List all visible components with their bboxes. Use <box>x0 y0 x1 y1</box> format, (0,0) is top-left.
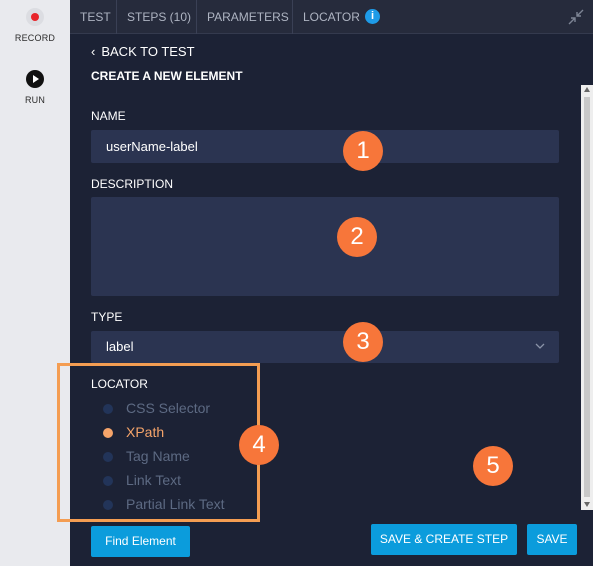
chevron-left-icon: ‹ <box>91 44 96 59</box>
chevron-down-icon <box>535 343 545 349</box>
type-select-value: label <box>106 339 134 354</box>
record-label: RECORD <box>14 33 56 43</box>
annotation-badge-4: 4 <box>239 425 279 465</box>
scroll-down-icon[interactable] <box>584 502 590 507</box>
run-icon <box>26 70 44 88</box>
tab-parameters[interactable]: PARAMETERS <box>197 0 293 34</box>
name-input[interactable]: userName-label <box>91 130 559 163</box>
run-button[interactable]: RUN <box>0 70 70 105</box>
run-label: RUN <box>24 95 46 105</box>
type-label: TYPE <box>91 310 123 324</box>
annotation-badge-3: 3 <box>343 322 383 362</box>
description-input[interactable] <box>91 197 559 296</box>
back-to-test-link[interactable]: ‹ BACK TO TEST <box>91 44 195 59</box>
locator-highlight-box <box>57 363 260 522</box>
collapse-icon[interactable] <box>567 8 585 26</box>
annotation-badge-2: 2 <box>337 217 377 257</box>
save-and-create-step-button[interactable]: SAVE & CREATE STEP <box>371 524 517 555</box>
tab-test[interactable]: TEST <box>70 0 117 34</box>
description-label: DESCRIPTION <box>91 177 174 191</box>
record-icon <box>26 8 44 26</box>
find-element-button[interactable]: Find Element <box>91 526 190 557</box>
page-title: CREATE A NEW ELEMENT <box>91 69 243 83</box>
scroll-thumb[interactable] <box>584 97 590 497</box>
tab-steps[interactable]: STEPS (10) <box>117 0 197 34</box>
info-icon[interactable]: i <box>365 9 380 24</box>
annotation-badge-5: 5 <box>473 446 513 486</box>
record-button[interactable]: RECORD <box>0 8 70 43</box>
type-select[interactable]: label <box>91 331 559 363</box>
tab-bar: TEST STEPS (10) PARAMETERS LOCATOR i <box>70 0 593 34</box>
back-link-label: BACK TO TEST <box>101 44 195 59</box>
scroll-up-icon[interactable] <box>584 87 590 92</box>
annotation-badge-1: 1 <box>343 131 383 171</box>
name-label: NAME <box>91 109 126 123</box>
save-button[interactable]: SAVE <box>527 524 577 555</box>
scrollbar[interactable] <box>581 85 593 510</box>
